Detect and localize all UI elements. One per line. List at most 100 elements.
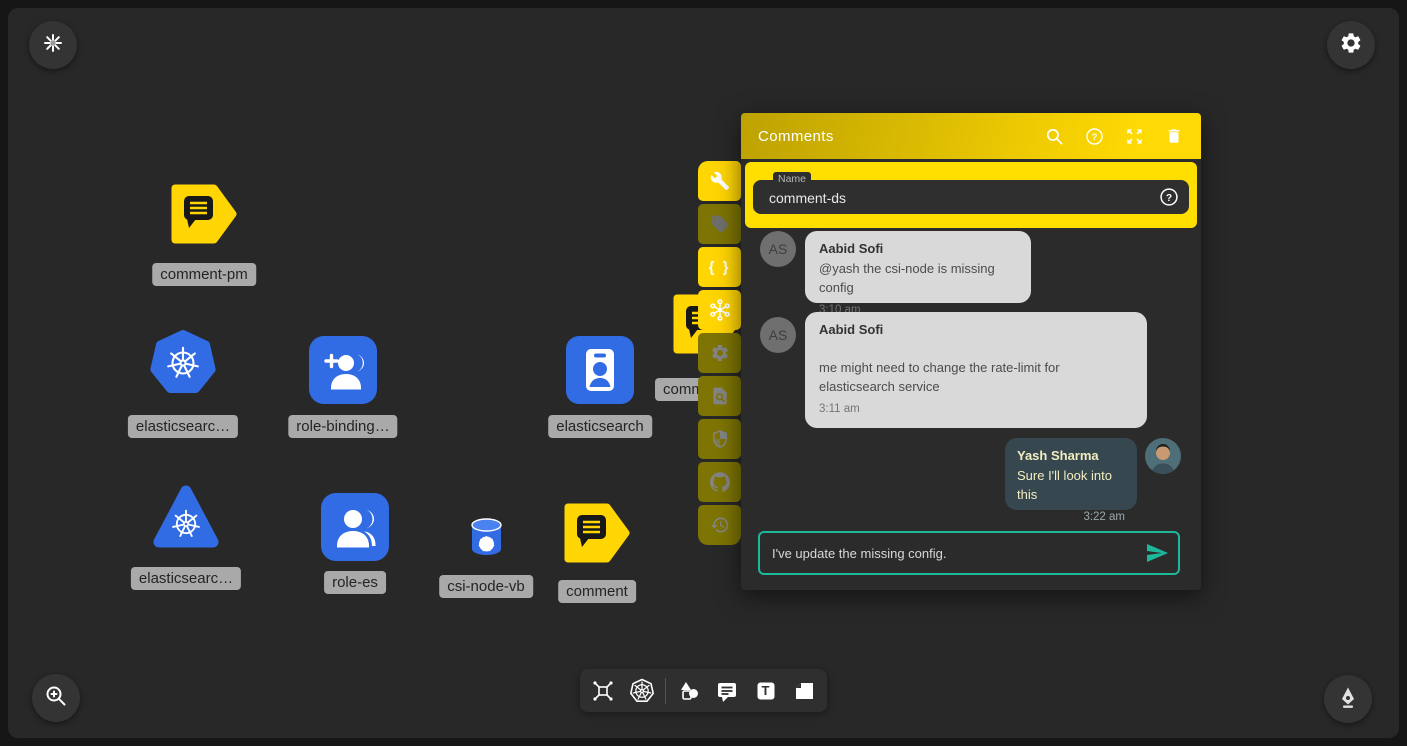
- comment-shape-icon: [563, 502, 631, 564]
- shape-palette-toolbar: T: [580, 669, 827, 712]
- send-icon: [1145, 541, 1169, 565]
- node-label-role-es: role-es: [324, 571, 386, 594]
- avatar-initials: AS: [769, 327, 788, 343]
- settings-button[interactable]: [1327, 21, 1375, 69]
- toolbar-item-history[interactable]: [698, 505, 741, 545]
- node-label-comment-pm: comment-pm: [152, 263, 256, 286]
- node-label-role-binding: role-binding…: [288, 415, 397, 438]
- message-author: Aabid Sofi: [819, 322, 1133, 337]
- components-tool[interactable]: [588, 676, 618, 706]
- service-account-icon: [566, 336, 634, 404]
- node-role-es[interactable]: [321, 493, 389, 566]
- note-icon: [792, 679, 816, 703]
- name-help-icon[interactable]: ?: [1159, 187, 1179, 212]
- name-field[interactable]: Name ?: [753, 180, 1189, 214]
- meshmap-workspace: comment-pm elasticsearc… role-binding…: [0, 0, 1407, 746]
- avatar-aabid-sofi: AS: [760, 231, 796, 267]
- braces-icon: { }: [709, 259, 731, 276]
- svg-text:?: ?: [1091, 132, 1097, 143]
- node-csi-node-vb[interactable]: [470, 518, 503, 561]
- node-role-binding[interactable]: [309, 336, 377, 409]
- message-time: 3:11 am: [819, 403, 1133, 415]
- toolbar-item-find-document[interactable]: [698, 376, 741, 416]
- message-text: me might need to change the rate-limit f…: [819, 359, 1133, 397]
- name-field-container: Name ?: [745, 162, 1197, 228]
- gear-icon: [710, 343, 730, 363]
- node-label-elasticsearch-heptagon: elasticsearc…: [128, 415, 238, 438]
- help-icon[interactable]: ?: [1084, 126, 1104, 146]
- toolbar-item-braces[interactable]: { }: [698, 247, 741, 287]
- toolbar-divider: [665, 678, 666, 704]
- note-tool[interactable]: [789, 676, 819, 706]
- chat-message: Aabid Sofi me might need to change the r…: [805, 312, 1147, 428]
- comment-tool[interactable]: [712, 676, 742, 706]
- avatar-aabid-sofi: AS: [760, 317, 796, 353]
- kubernetes-triangle-icon: [152, 483, 220, 551]
- comment-icon: [715, 679, 739, 703]
- kubernetes-tool[interactable]: [627, 676, 657, 706]
- svg-text:?: ?: [1166, 193, 1172, 204]
- storage-cylinder-icon: [470, 518, 503, 556]
- toolbar-item-tag[interactable]: [698, 204, 741, 244]
- panel-title: Comments: [741, 128, 1044, 145]
- message-text: @yash the csi-node is missing config: [819, 260, 1017, 298]
- message-author: Yash Sharma: [1017, 448, 1125, 463]
- text-tool[interactable]: T: [751, 676, 781, 706]
- message-time: 3:22 am: [1017, 511, 1125, 523]
- delete-icon[interactable]: [1164, 126, 1184, 146]
- node-comment-pm[interactable]: [170, 183, 238, 250]
- chat-input[interactable]: [760, 546, 1140, 561]
- node-label-elasticsearch: elasticsearch: [548, 415, 652, 438]
- fullscreen-icon[interactable]: [1124, 126, 1144, 146]
- node-elasticsearch-serviceaccount[interactable]: [566, 336, 634, 409]
- text-tool-glyph: T: [762, 683, 770, 698]
- github-icon: [710, 472, 730, 492]
- pen-nib-icon: [1336, 685, 1360, 714]
- chat-message: Aabid Sofi @yash the csi-node is missing…: [805, 231, 1031, 303]
- avatar-yash-sharma: [1145, 438, 1181, 474]
- toolbar-item-shield[interactable]: [698, 419, 741, 459]
- comments-panel-header[interactable]: Comments ?: [741, 113, 1201, 159]
- node-comment[interactable]: [563, 502, 631, 569]
- pen-tool-button[interactable]: [1324, 675, 1372, 723]
- role-binding-icon: [309, 336, 377, 404]
- send-button[interactable]: [1140, 538, 1174, 568]
- search-icon[interactable]: [1044, 126, 1064, 146]
- node-action-toolbar: { }: [698, 161, 741, 545]
- toolbar-item-github[interactable]: [698, 462, 741, 502]
- avatar-initials: AS: [769, 241, 788, 257]
- tag-icon: [710, 214, 730, 234]
- message-text: Sure I'll look into this: [1017, 467, 1125, 505]
- node-elasticsearch-triangle[interactable]: [152, 483, 220, 556]
- app-logo-icon: [42, 32, 64, 59]
- comment-shape-icon: [170, 183, 238, 245]
- node-label-elasticsearch-triangle: elasticsearc…: [131, 567, 241, 590]
- history-icon: [710, 515, 730, 535]
- components-icon: [591, 679, 615, 703]
- gear-icon: [1339, 31, 1363, 60]
- zoom-in-button[interactable]: [32, 674, 80, 722]
- name-input[interactable]: [767, 180, 1141, 216]
- wrench-icon: [710, 171, 730, 191]
- hub-snowflake-icon: [709, 299, 731, 321]
- comments-panel: Comments ?: [741, 113, 1201, 590]
- toolbar-item-hub[interactable]: [698, 290, 741, 330]
- zoom-in-icon: [44, 684, 68, 713]
- avatar-photo: [1145, 438, 1181, 474]
- toolbar-item-settings[interactable]: [698, 333, 741, 373]
- shapes-tool[interactable]: [674, 676, 704, 706]
- toolbar-item-configure-wrench[interactable]: [698, 161, 741, 201]
- kubernetes-heptagon-icon: [149, 329, 217, 397]
- chat-message: Yash Sharma Sure I'll look into this 3:2…: [1005, 438, 1137, 510]
- find-document-icon: [710, 386, 730, 406]
- node-label-comment: comment: [558, 580, 636, 603]
- shapes-icon: [677, 679, 701, 703]
- kubernetes-icon: [629, 678, 655, 704]
- node-label-csi-node-vb: csi-node-vb: [439, 575, 533, 598]
- message-author: Aabid Sofi: [819, 241, 1017, 256]
- shield-icon: [710, 429, 730, 449]
- app-logo-button[interactable]: [29, 21, 77, 69]
- node-elasticsearch-heptagon[interactable]: [149, 329, 217, 402]
- chat-input-box[interactable]: [758, 531, 1180, 575]
- role-icon: [321, 493, 389, 561]
